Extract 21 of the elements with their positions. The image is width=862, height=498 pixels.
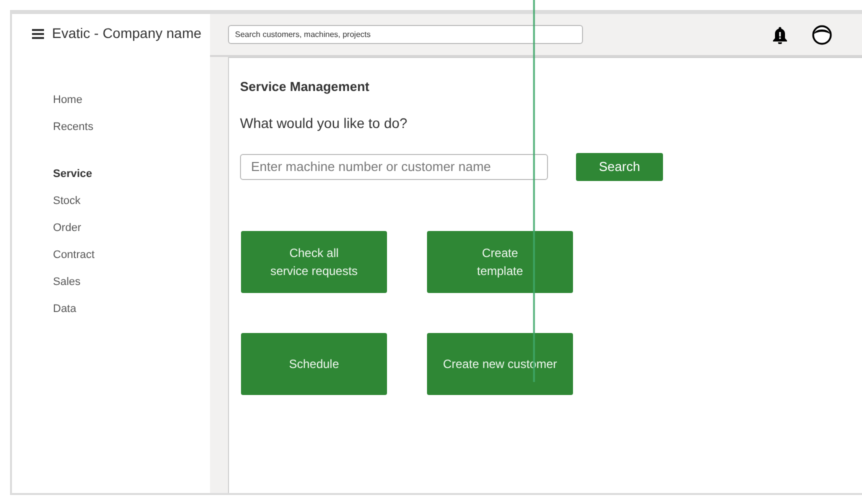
avatar-icon[interactable] [812, 24, 832, 44]
sidebar-item[interactable]: Data [53, 301, 210, 317]
sidebar-item[interactable]: Service [53, 166, 210, 182]
machine-search-field[interactable]: Enter machine number or customer name [240, 154, 548, 180]
action-button[interactable]: Check all service requests [241, 230, 387, 292]
sidebar-item[interactable]: Stock [53, 193, 210, 209]
sidebar-item[interactable]: Sales [53, 274, 210, 290]
bell-icon[interactable] [772, 26, 788, 44]
action-button[interactable]: Create template [427, 230, 573, 292]
action-button[interactable]: Schedule [241, 332, 387, 394]
action-button[interactable]: Create new customer [427, 332, 573, 394]
app-title: Evatic - Company name [52, 24, 202, 43]
search-field[interactable]: Search customers, machines, projects [228, 25, 583, 44]
sidebar-item[interactable]: Order [53, 220, 210, 236]
search-button[interactable]: Search [576, 152, 663, 180]
page-title: Service Management [240, 78, 370, 96]
sidebar-item[interactable]: Contract [53, 247, 210, 263]
question-text: What would you like to do? [240, 114, 408, 133]
sidebar-item[interactable]: Recents [53, 119, 210, 135]
sidebar-item[interactable]: Home [53, 92, 210, 108]
menu-icon[interactable] [32, 28, 44, 38]
